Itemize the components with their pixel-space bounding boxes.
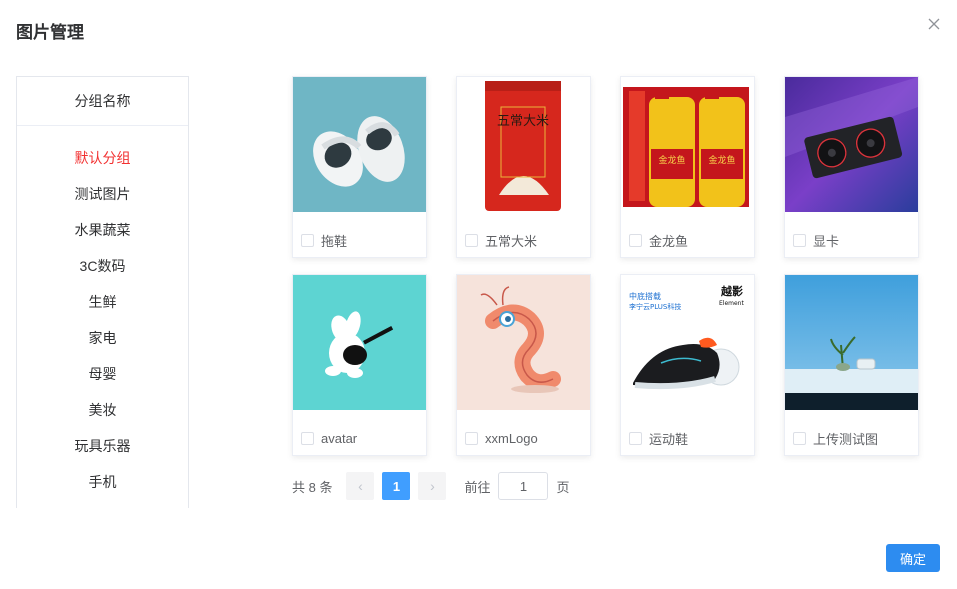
image-checkbox[interactable] <box>629 431 642 445</box>
group-item-mother-baby[interactable]: 母婴 <box>17 356 188 392</box>
image-thumbnail[interactable] <box>293 77 426 212</box>
image-checkbox[interactable] <box>301 431 314 445</box>
oil-gift-box-image: 金龙鱼 金龙鱼 <box>621 77 754 212</box>
image-name: 显卡 <box>813 233 840 249</box>
oil-label-left: 金龙鱼 <box>658 154 685 166</box>
image-grid: 拖鞋 五常大米 五常大米 金龙鱼 金龙鱼 金龙鱼 显卡 avatar xxmLo… <box>292 76 919 458</box>
shoe-promo-text: 中底搭载 <box>629 291 661 301</box>
image-card-footer: xxmLogo <box>465 429 538 447</box>
image-thumbnail[interactable]: 金龙鱼 金龙鱼 <box>621 77 754 212</box>
image-card-footer: 拖鞋 <box>301 231 347 249</box>
image-card-rice[interactable]: 五常大米 五常大米 <box>456 76 591 258</box>
image-checkbox[interactable] <box>301 233 314 247</box>
image-card-slippers[interactable]: 拖鞋 <box>292 76 427 258</box>
group-item-test-images[interactable]: 测试图片 <box>17 176 188 212</box>
image-manager-dialog: 图片管理 分组名称 默认分组 测试图片 水果蔬菜 3C数码 生鲜 家电 母婴 美… <box>0 0 957 589</box>
image-card-footer: avatar <box>301 429 357 447</box>
shoe-tech-text: 李宁云PLUS科技 <box>629 302 681 311</box>
image-checkbox[interactable] <box>465 233 478 247</box>
group-panel-header: 分组名称 <box>17 77 188 126</box>
image-card-footer: 显卡 <box>793 231 839 249</box>
shoe-brand-en-text: Element <box>719 300 744 307</box>
group-item-3c-digital[interactable]: 3C数码 <box>17 248 188 284</box>
page-number-1[interactable]: 1 <box>382 472 411 500</box>
image-thumbnail[interactable] <box>785 77 918 212</box>
group-item-beauty[interactable]: 美妆 <box>17 392 188 428</box>
shoe-brand-text: 越影 <box>720 284 743 298</box>
slippers-image <box>293 77 426 212</box>
image-card-oil[interactable]: 金龙鱼 金龙鱼 金龙鱼 <box>620 76 755 258</box>
page-unit-label: 页 <box>556 479 570 495</box>
group-item-phones[interactable]: 手机 <box>17 464 188 500</box>
group-item-appliances[interactable]: 家电 <box>17 320 188 356</box>
image-card-gpu[interactable]: 显卡 <box>784 76 919 258</box>
graphics-card-image <box>785 77 918 212</box>
image-checkbox[interactable] <box>629 233 642 247</box>
image-name: 上传测试图 <box>813 431 879 447</box>
goto-page-input[interactable] <box>498 472 549 500</box>
avatar-image <box>293 275 426 410</box>
pagination-total: 共 8 条 <box>292 479 333 495</box>
image-name: 五常大米 <box>485 233 538 249</box>
image-thumbnail[interactable] <box>785 275 918 410</box>
image-checkbox[interactable] <box>793 233 806 247</box>
group-list: 默认分组 测试图片 水果蔬菜 3C数码 生鲜 家电 母婴 美妆 玩具乐器 手机 <box>17 126 188 500</box>
image-card-footer: 五常大米 <box>465 231 537 249</box>
close-icon[interactable] <box>926 16 942 32</box>
image-thumbnail[interactable]: 中底搭载 李宁云PLUS科技 越影 Element <box>621 275 754 410</box>
group-panel: 分组名称 默认分组 测试图片 水果蔬菜 3C数码 生鲜 家电 母婴 美妆 玩具乐… <box>16 76 189 508</box>
group-item-toys-instruments[interactable]: 玩具乐器 <box>17 428 188 464</box>
image-thumbnail[interactable] <box>457 275 590 410</box>
confirm-button[interactable]: 确定 <box>886 544 940 572</box>
running-shoe-image: 中底搭载 李宁云PLUS科技 越影 Element <box>621 275 754 410</box>
image-card-footer: 金龙鱼 <box>629 231 688 249</box>
image-thumbnail[interactable] <box>293 275 426 410</box>
image-name: avatar <box>321 430 358 446</box>
shrimp-logo-image <box>457 275 590 410</box>
image-card-running-shoe[interactable]: 中底搭载 李宁云PLUS科技 越影 Element 运动鞋 <box>620 274 755 456</box>
image-checkbox[interactable] <box>793 431 806 445</box>
rice-bag-image: 五常大米 <box>457 77 590 212</box>
rice-bag-text: 五常大米 <box>497 114 549 129</box>
image-card-footer: 运动鞋 <box>629 429 688 447</box>
image-thumbnail[interactable]: 五常大米 <box>457 77 590 212</box>
pagination: 共 8 条 ‹ 1 › 前往 页 <box>292 472 570 500</box>
group-item-fruits-vegetables[interactable]: 水果蔬菜 <box>17 212 188 248</box>
image-checkbox[interactable] <box>465 431 478 445</box>
group-item-fresh[interactable]: 生鲜 <box>17 284 188 320</box>
image-name: xxmLogo <box>485 430 538 446</box>
goto-label: 前往 <box>464 479 491 495</box>
image-card-xxmlogo[interactable]: xxmLogo <box>456 274 591 456</box>
next-page-button[interactable]: › <box>418 472 447 500</box>
image-name: 金龙鱼 <box>649 233 689 249</box>
image-card-avatar[interactable]: avatar <box>292 274 427 456</box>
dialog-title: 图片管理 <box>16 23 84 42</box>
image-card-footer: 上传测试图 <box>793 429 878 447</box>
image-name: 拖鞋 <box>321 233 348 249</box>
upload-test-image <box>785 275 918 410</box>
image-name: 运动鞋 <box>649 431 689 447</box>
prev-page-button[interactable]: ‹ <box>346 472 375 500</box>
group-item-default[interactable]: 默认分组 <box>17 140 188 176</box>
image-card-upload-test[interactable]: 上传测试图 <box>784 274 919 456</box>
oil-label-right: 金龙鱼 <box>708 154 735 166</box>
